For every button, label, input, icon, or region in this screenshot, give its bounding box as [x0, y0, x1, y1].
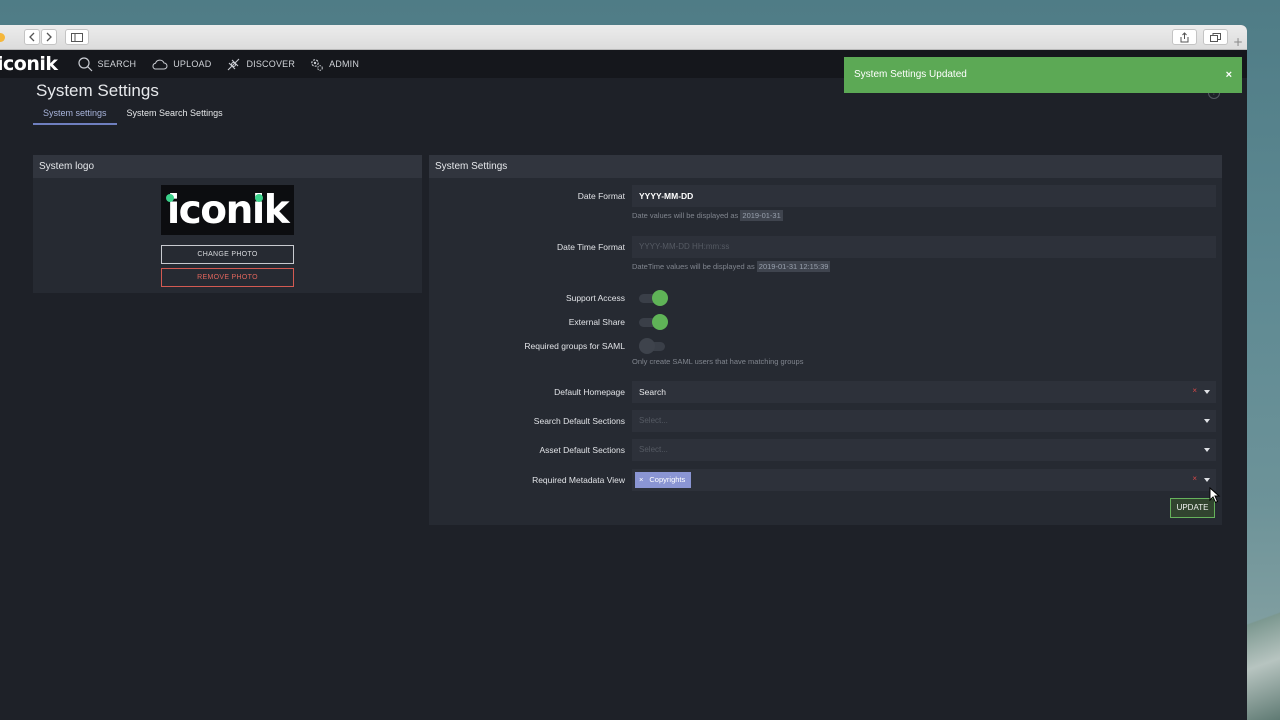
gear-icon — [311, 58, 323, 71]
nav-admin[interactable]: ADMIN — [309, 57, 359, 72]
saml-groups-hint: Only create SAML users that have matchin… — [632, 357, 804, 366]
chevron-down-icon[interactable] — [1204, 448, 1210, 452]
nav-search-label: SEARCH — [97, 59, 137, 69]
date-format-input[interactable]: YYYY-MM-DD — [632, 185, 1216, 207]
logo-dot-left — [166, 194, 174, 202]
nav-search[interactable]: SEARCH — [77, 56, 137, 72]
date-format-example: 2019-01-31 — [740, 210, 783, 221]
clear-icon[interactable]: × — [1192, 474, 1197, 483]
saml-groups-toggle[interactable] — [639, 338, 667, 354]
chevron-down-icon[interactable] — [1204, 390, 1210, 394]
asset-default-sections-label: Asset Default Sections — [539, 445, 625, 455]
logo-wordmark: iconik — [166, 187, 290, 233]
date-time-format-label: Date Time Format — [556, 242, 625, 252]
discover-icon — [228, 58, 240, 70]
system-logo-image: iconik — [161, 185, 294, 235]
date-format-value: YYYY-MM-DD — [639, 191, 694, 201]
support-access-label: Support Access — [565, 293, 625, 303]
date-time-format-placeholder: YYYY-MM-DD HH:mm:ss — [639, 242, 730, 251]
chevron-left-icon — [29, 32, 35, 42]
saml-groups-label: Required groups for SAML — [524, 341, 625, 351]
chip-label: Copyrights — [649, 475, 686, 484]
external-share-label: External Share — [568, 317, 625, 327]
tabs-icon — [1210, 32, 1221, 42]
search-default-sections-label: Search Default Sections — [533, 416, 625, 426]
toast-message: System Settings Updated — [854, 69, 967, 80]
chip-remove-icon[interactable]: × — [639, 472, 643, 488]
date-format-label: Date Format — [577, 191, 625, 201]
date-time-format-example: 2019-01-31 12:15:39 — [756, 261, 831, 272]
main-content: System Settings System settings System S… — [0, 78, 1247, 720]
date-time-format-hint: DateTime values will be displayed as 201… — [632, 261, 831, 272]
page-title: System Settings — [36, 81, 159, 100]
nav-discover-label: DISCOVER — [246, 59, 296, 69]
nav-upload-label: UPLOAD — [173, 59, 212, 69]
tab-system-search-settings[interactable]: System Search Settings — [117, 105, 233, 125]
support-access-toggle[interactable] — [639, 290, 668, 306]
default-homepage-select[interactable]: Search × — [632, 381, 1216, 403]
search-default-sections-placeholder: Select... — [639, 416, 668, 425]
date-time-format-hint-text: DateTime values will be displayed as — [632, 262, 755, 271]
browser-titlebar: + — [0, 25, 1247, 50]
new-tab-button[interactable]: + — [1233, 35, 1243, 49]
cloud-icon — [152, 59, 168, 69]
system-logo-panel-title: System logo — [33, 155, 422, 178]
search-icon — [77, 56, 92, 71]
default-homepage-label: Default Homepage — [554, 387, 625, 397]
tabs-button[interactable] — [1203, 29, 1228, 45]
chevron-down-icon[interactable] — [1204, 478, 1210, 482]
success-toast: System Settings Updated × — [844, 57, 1242, 93]
default-homepage-value: Search — [639, 387, 666, 397]
window-control-icon[interactable] — [0, 33, 5, 42]
external-share-toggle[interactable] — [639, 314, 668, 330]
system-logo-panel: System logo iconik CHANGE PHOTO REMOVE P… — [33, 155, 422, 293]
sidebar-button[interactable] — [65, 29, 89, 45]
metadata-view-chip: × Copyrights — [635, 472, 692, 488]
toggle-knob — [639, 338, 655, 354]
logo-dot-right — [255, 194, 263, 202]
back-button[interactable] — [24, 29, 40, 45]
close-icon[interactable]: × — [1226, 57, 1232, 93]
share-icon — [1180, 31, 1189, 42]
nav-upload[interactable]: UPLOAD — [151, 59, 211, 70]
nav-admin-label: ADMIN — [329, 59, 360, 69]
asset-default-sections-select[interactable]: Select... — [632, 439, 1216, 461]
system-settings-panel: System Settings Date Format YYYY-MM-DD D… — [429, 155, 1222, 525]
date-time-format-input[interactable]: YYYY-MM-DD HH:mm:ss — [632, 236, 1216, 258]
browser-window: + iconik SEARCH UPLOAD DISCOVER ADMIN Sy… — [0, 25, 1247, 720]
required-metadata-view-label: Required Metadata View — [532, 475, 625, 485]
brand-logo[interactable]: iconik — [0, 53, 58, 75]
nav-discover[interactable]: DISCOVER — [226, 57, 295, 72]
remove-photo-button[interactable]: REMOVE PHOTO — [161, 268, 294, 287]
date-format-hint: Date values will be displayed as 2019-01… — [632, 210, 783, 221]
date-format-hint-text: Date values will be displayed as — [632, 211, 739, 220]
toggle-knob — [652, 314, 668, 330]
tab-system-settings[interactable]: System settings — [33, 105, 117, 125]
system-settings-panel-title: System Settings — [429, 155, 1222, 178]
search-default-sections-select[interactable]: Select... — [632, 410, 1216, 432]
asset-default-sections-placeholder: Select... — [639, 445, 668, 454]
clear-icon[interactable]: × — [1192, 386, 1197, 395]
chevron-down-icon[interactable] — [1204, 419, 1210, 423]
mouse-cursor-icon — [1209, 487, 1221, 504]
change-photo-button[interactable]: CHANGE PHOTO — [161, 245, 294, 264]
share-button[interactable] — [1172, 29, 1197, 45]
sidebar-icon — [71, 32, 83, 42]
forward-button[interactable] — [41, 29, 57, 45]
chevron-right-icon — [46, 32, 52, 42]
toggle-knob — [652, 290, 668, 306]
required-metadata-view-select[interactable]: × Copyrights × — [632, 469, 1216, 491]
settings-tabs: System settings System Search Settings — [33, 105, 233, 125]
